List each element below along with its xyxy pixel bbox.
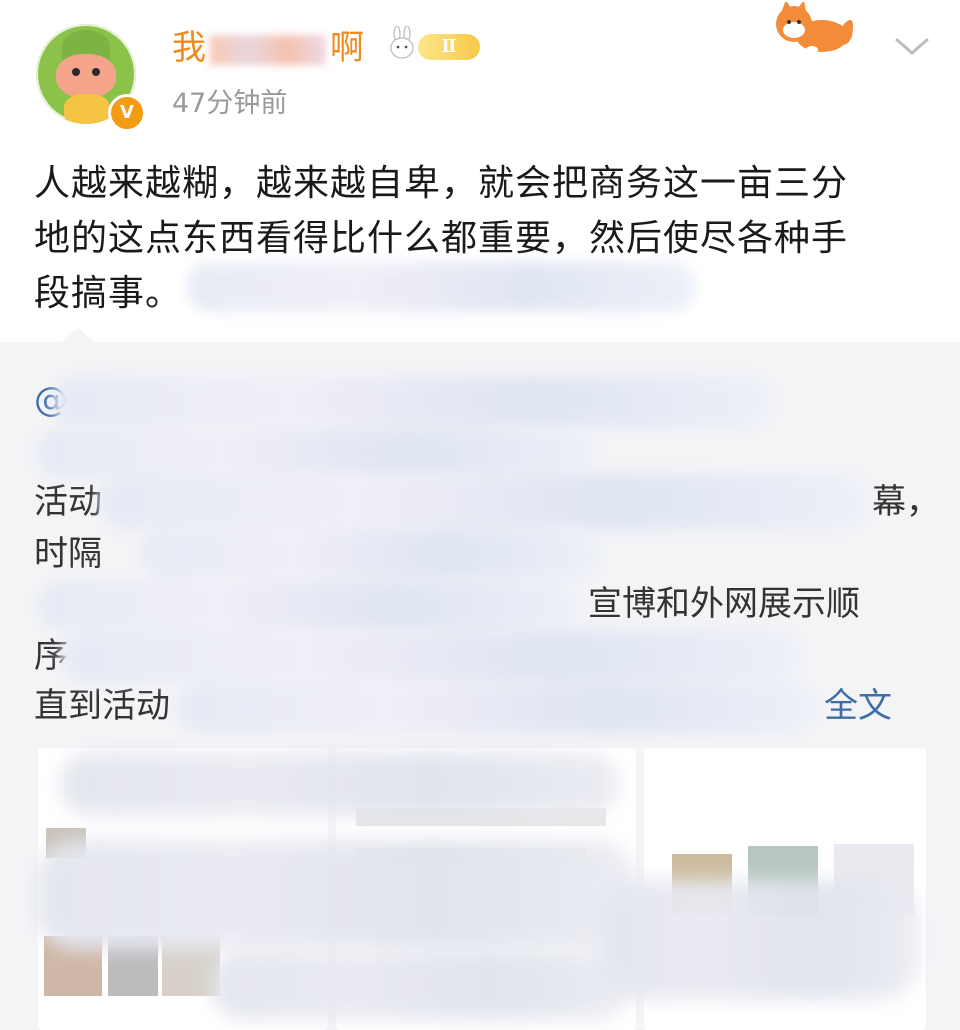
post-timestamp: 47分钟前	[172, 88, 288, 119]
username-start: 我	[172, 28, 206, 68]
repost-line: 时隔	[34, 530, 102, 578]
username-censor	[210, 34, 326, 65]
repost-line: 活动	[34, 478, 102, 526]
image-censor	[60, 752, 620, 816]
repost-line-start: 直到活动	[34, 686, 170, 726]
post-text-line: 人越来越糊，越来越自卑，就会把商务这一亩三分	[34, 163, 849, 204]
repost-line: 直到活动	[34, 682, 170, 730]
repost-censor	[176, 682, 816, 734]
repost-censor	[98, 474, 868, 530]
repost-notch	[62, 328, 94, 342]
post-text-line: 地的这点东西看得比什么都重要，然后使尽各种手	[34, 218, 849, 259]
verified-v-icon: V	[108, 94, 146, 132]
image-censor	[36, 840, 636, 950]
repost-line-fragment: 宣博和外网展示顺	[588, 580, 860, 628]
repost-line-end: 幕，	[872, 478, 940, 526]
repost-censor	[140, 528, 600, 580]
full-text-link[interactable]: 全文	[824, 682, 892, 730]
weibo-post-card: V 我啊 Ⅱ 47分钟前 人越来越糊，越来越自卑，就会把商务这一亩三分 地的这点…	[0, 0, 960, 1030]
repost-line-start: 时隔	[34, 534, 102, 574]
chevron-down-icon[interactable]	[890, 30, 934, 62]
fox-sticker-icon	[776, 2, 853, 54]
username-end: 啊	[330, 28, 364, 68]
repost-line-end-text: 幕，	[872, 482, 940, 522]
text-censor	[186, 262, 696, 312]
image-censor	[210, 950, 630, 1020]
repost-censor	[52, 376, 772, 428]
repost-fragment-text: 宣博和外网展示顺	[588, 584, 860, 624]
rabbit-rank-icon	[390, 26, 414, 59]
repost-censor	[36, 428, 596, 478]
repost-censor	[38, 580, 578, 632]
repost-line-start: 活动	[34, 482, 102, 522]
repost-censor	[60, 630, 800, 684]
image-censor	[600, 880, 920, 1000]
username[interactable]: 我啊	[172, 26, 364, 70]
rank-badge-icon: Ⅱ	[418, 34, 480, 60]
